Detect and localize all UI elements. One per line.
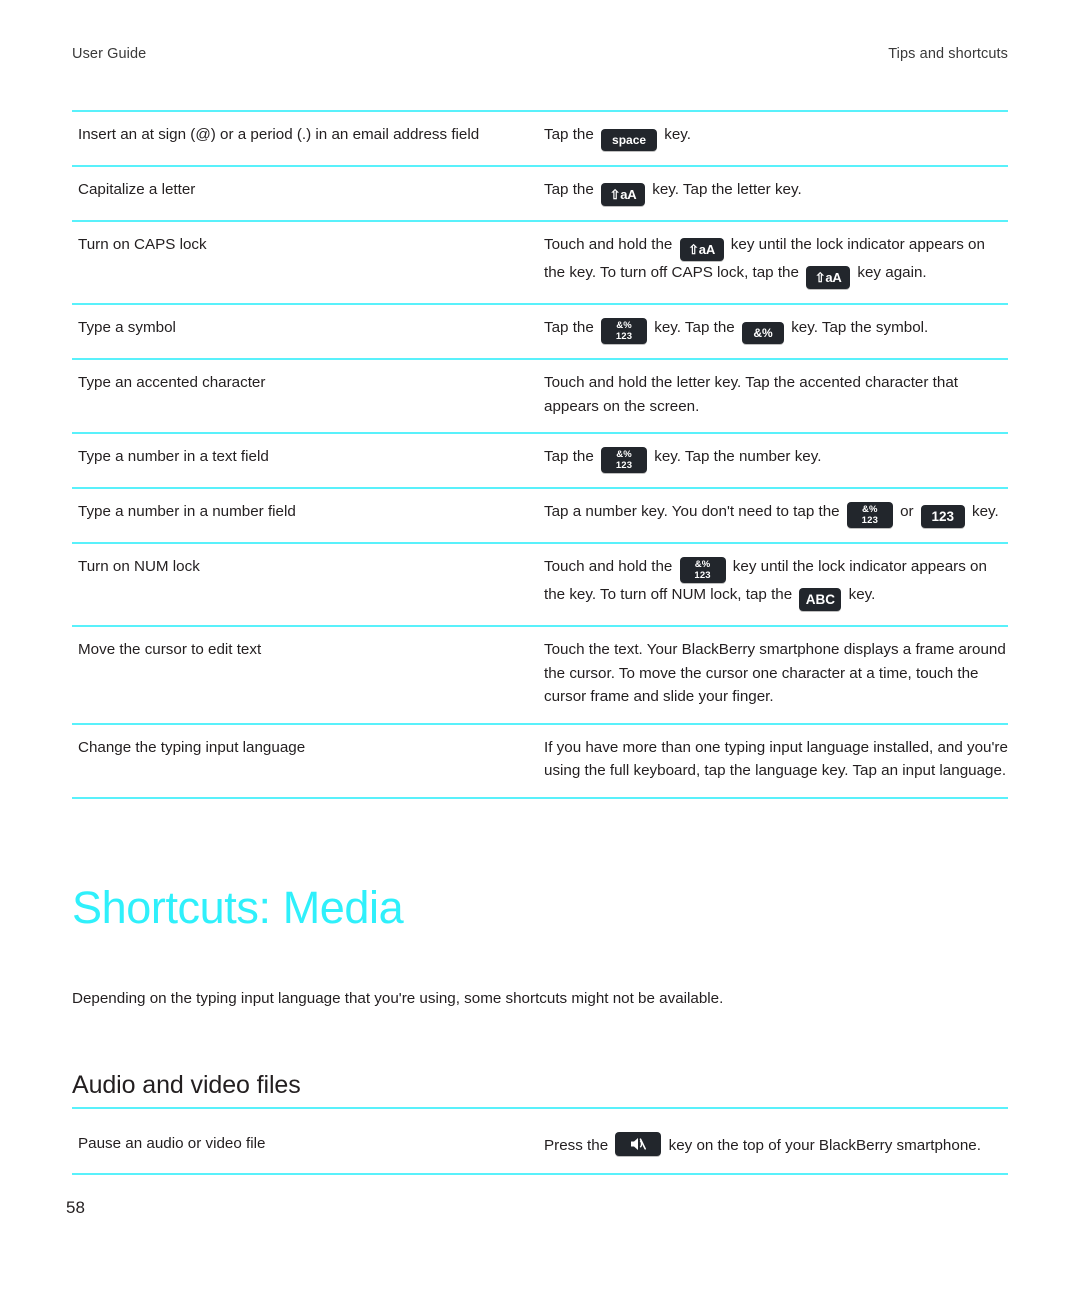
table-row: Pause an audio or video file Press the ke… bbox=[72, 1121, 1008, 1175]
running-header-left: User Guide bbox=[72, 46, 147, 62]
section-heading-shortcuts-media: Shortcuts: Media bbox=[72, 881, 404, 933]
shift-key-icon: ⇧aA bbox=[679, 238, 724, 261]
shortcut-task-cell: Turn on NUM lock bbox=[78, 558, 200, 576]
shortcut-task-cell: Pause an audio or video file bbox=[78, 1134, 266, 1152]
shortcut-action-cell: If you have more than one typing input l… bbox=[544, 738, 1008, 780]
table-row: Insert an at sign (@) or a period (.) in… bbox=[72, 111, 1008, 166]
shortcut-action-cell: Touch and hold the letter key. Tap the a… bbox=[544, 374, 958, 415]
table-row: Move the cursor to edit text Touch the te… bbox=[72, 626, 1008, 724]
symbol-number-key-icon: &% 123 bbox=[601, 447, 648, 474]
page-number: 58 bbox=[66, 1198, 85, 1217]
shortcut-action-cell: Tap the &% 123 key. Tap the &% key. Tap t… bbox=[544, 318, 929, 344]
table-row: Type an accented character Touch and hold… bbox=[72, 359, 1008, 434]
symbol-key-icon: &% bbox=[741, 322, 784, 344]
number-key-icon: 123 bbox=[920, 505, 965, 529]
number-line: 123 bbox=[861, 515, 879, 527]
shortcut-task-cell: Turn on CAPS lock bbox=[78, 236, 207, 253]
table-row: Turn on CAPS lock Touch and hold the ⇧aA … bbox=[72, 221, 1008, 304]
shortcut-action-cell: Tap a number key. You don't need to tap … bbox=[544, 502, 999, 529]
space-key-icon: space bbox=[601, 129, 658, 151]
table-row: Type a symbol Tap the &% 123 key. Tap the … bbox=[72, 304, 1008, 359]
shift-key-icon: ⇧aA bbox=[601, 183, 646, 206]
shortcut-task-cell: Type a number in a number field bbox=[78, 503, 296, 521]
shortcut-action-cell: Tap the &% 123 key. Tap the number key. bbox=[544, 447, 822, 474]
shortcut-task-cell: Change the typing input language bbox=[78, 738, 306, 756]
symbol-line: &% bbox=[616, 320, 632, 331]
table-row: Capitalize a letter Tap the ⇧aA key. Tap … bbox=[72, 166, 1008, 221]
number-line: 123 bbox=[615, 331, 633, 342]
symbol-number-key-icon: &% 123 bbox=[846, 502, 893, 529]
symbol-line: &% bbox=[694, 559, 711, 571]
number-line: 123 bbox=[615, 460, 633, 472]
media-intro-paragraph: Depending on the typing input language t… bbox=[72, 989, 724, 1007]
shortcut-action-cell: Touch and hold the ⇧aA key until the loc… bbox=[540, 221, 1008, 304]
table-row: Type a number in a number field Tap a num… bbox=[72, 488, 1008, 544]
number-line: 123 bbox=[694, 570, 711, 582]
shortcut-task-cell: Type a number in a text field bbox=[78, 448, 269, 466]
shortcut-task-cell: Move the cursor to edit text bbox=[78, 641, 262, 659]
symbol-line: &% bbox=[861, 504, 878, 516]
table-row: Type a number in a text field Tap the &% 1… bbox=[72, 433, 1008, 489]
table-row: Change the typing input language If you h… bbox=[72, 724, 1008, 798]
table-row: Turn on NUM lock Touch and hold the &% 123… bbox=[72, 543, 1008, 627]
typing-shortcuts-table: Insert an at sign (@) or a period (.) in… bbox=[72, 110, 1008, 799]
symbol-number-key-icon: &% 123 bbox=[601, 318, 648, 344]
shortcut-action-cell: Touch the text. Your BlackBerry smartpho… bbox=[544, 641, 1006, 706]
shift-key-icon: ⇧aA bbox=[806, 266, 851, 289]
mute-key-icon bbox=[615, 1131, 662, 1156]
symbol-line: &% bbox=[616, 449, 632, 461]
subheading-audio-and-video-files: Audio and video files bbox=[72, 1071, 1008, 1109]
shortcut-action-cell: Touch and hold the &% 123 key until the l… bbox=[540, 543, 1008, 626]
symbol-number-key-icon: &% 123 bbox=[679, 557, 726, 584]
media-shortcuts-table: Pause an audio or video file Press the ke… bbox=[72, 1121, 1008, 1176]
shortcut-task-cell: Insert an at sign (@) or a period (.) in… bbox=[78, 126, 480, 143]
shortcut-task-cell: Capitalize a letter bbox=[78, 181, 196, 198]
shortcut-action-cell: Tap the ⇧aA key. Tap the letter key. bbox=[540, 166, 1008, 221]
alpha-key-icon: ABC bbox=[799, 588, 842, 612]
shortcut-action-cell: Press the key on the top of your BlackBe… bbox=[540, 1121, 1008, 1175]
shortcut-task-cell: Type a symbol bbox=[78, 319, 176, 336]
page-content: Insert an at sign (@) or a period (.) in… bbox=[72, 110, 1008, 1175]
shortcut-action-cell: Tap the space key. bbox=[540, 111, 1008, 166]
running-header: User Guide Tips and shortcuts bbox=[72, 46, 1008, 62]
document-page: User Guide Tips and shortcuts Insert an … bbox=[0, 0, 1080, 1296]
running-header-right: Tips and shortcuts bbox=[888, 46, 1008, 62]
shortcut-task-cell: Type an accented character bbox=[78, 374, 266, 391]
